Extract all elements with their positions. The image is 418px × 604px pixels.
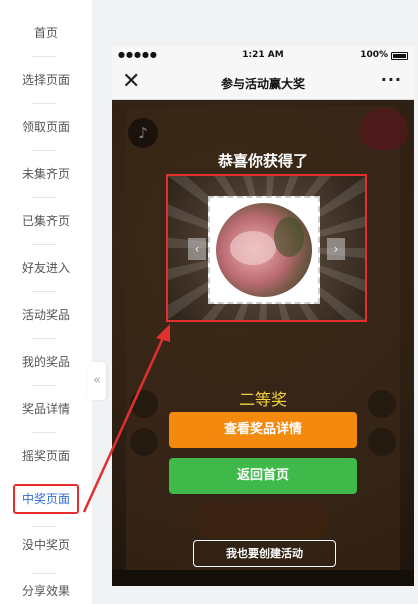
sidebar-item-label: 奖品详情 [21, 402, 70, 416]
prize-level: 二等奖 [238, 390, 287, 409]
more-icon[interactable]: ··· [381, 70, 402, 89]
activity-page: ♪ 恭喜你获得了 ‹ › 二等奖 价值50元礼品 查看奖品详情 返回首页 我也要… [112, 100, 414, 586]
sidebar-item-friend-entry[interactable]: 好友进入 [0, 245, 92, 291]
sidebar-item-label: 选择页面 [21, 73, 70, 87]
sidebar-item-label: 未集齐页 [21, 167, 70, 181]
sidebar-item-label: 好友进入 [21, 261, 70, 275]
sidebar-item-home[interactable]: 首页 [0, 10, 92, 56]
sidebar-item-label: 分享效果 [21, 584, 70, 598]
sidebar-item-label: 摇奖页面 [21, 449, 70, 463]
sidebar-item-label: 已集齐页 [21, 214, 70, 228]
sidebar-item-label: 没中奖页 [21, 538, 70, 552]
chevron-left-icon[interactable]: ‹ [188, 238, 206, 260]
phone-preview: ●●●●● 1:21 AM 100% ✕ 参与活动赢大奖 ··· ♪ 恭喜你获得… [112, 46, 414, 586]
battery-percent: 100% [360, 50, 388, 60]
battery-icon [391, 52, 408, 60]
view-prize-detail-button[interactable]: 查看奖品详情 [169, 412, 357, 448]
prize-image [216, 203, 312, 297]
sidebar-item-label: 领取页面 [21, 120, 70, 134]
chevron-right-icon[interactable]: › [327, 238, 345, 260]
modal-overlay [112, 100, 414, 586]
sidebar-collapse-icon[interactable]: « [88, 362, 106, 400]
sidebar-item-label: 首页 [33, 26, 58, 40]
prize-image-frame [208, 196, 320, 304]
sidebar-item-label: 我的奖品 [21, 355, 70, 369]
status-bar: ●●●●● 1:21 AM 100% [112, 46, 414, 66]
sidebar-item-prize-detail[interactable]: 奖品详情 [0, 386, 92, 432]
sidebar-item-event-prizes[interactable]: 活动奖品 [0, 292, 92, 338]
sidebar-item-incomplete-page[interactable]: 未集齐页 [0, 151, 92, 197]
prize-carousel: ‹ › [166, 174, 367, 322]
sidebar-item-no-win-page[interactable]: 没中奖页 [0, 522, 92, 568]
sidebar: 首页 选择页面 领取页面 未集齐页 已集齐页 好友进入 活动奖品 我的奖品 奖品… [0, 0, 92, 604]
page-title: 参与活动赢大奖 [220, 77, 305, 91]
sidebar-item-win-page[interactable]: 中奖页面 [0, 476, 92, 522]
phone-nav-bar: ✕ 参与活动赢大奖 ··· [112, 66, 414, 100]
back-home-button[interactable]: 返回首页 [169, 458, 357, 494]
sidebar-item-claim-page[interactable]: 领取页面 [0, 104, 92, 150]
sidebar-item-label: 活动奖品 [21, 308, 70, 322]
sidebar-item-select-page[interactable]: 选择页面 [0, 57, 92, 103]
sidebar-item-label: 中奖页面 [12, 484, 79, 514]
create-activity-button[interactable]: 我也要创建活动 [193, 540, 336, 567]
sidebar-item-share-effect[interactable]: 分享效果 [0, 568, 92, 604]
congrats-heading: 恭喜你获得了 [217, 152, 308, 170]
sidebar-item-complete-page[interactable]: 已集齐页 [0, 198, 92, 244]
sidebar-item-draw-page[interactable]: 摇奖页面 [0, 433, 92, 479]
sidebar-item-my-prizes[interactable]: 我的奖品 [0, 339, 92, 385]
